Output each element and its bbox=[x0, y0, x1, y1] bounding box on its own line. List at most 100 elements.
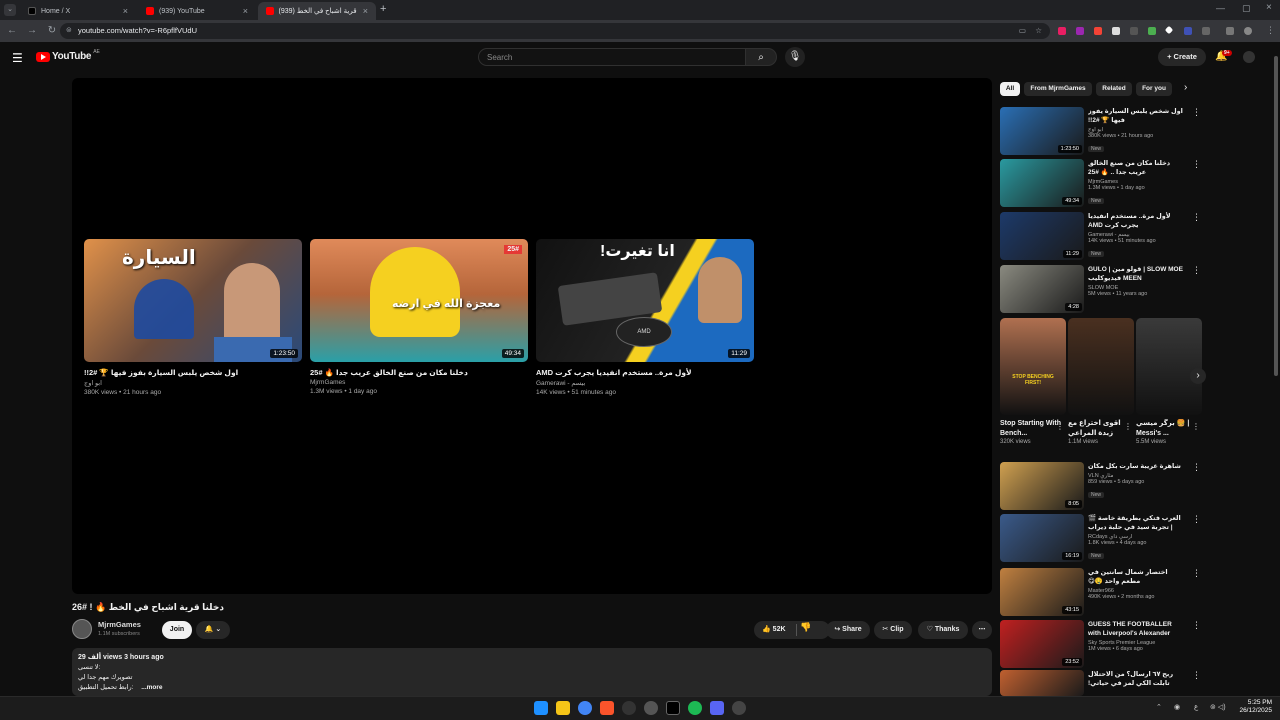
extension-icon[interactable] bbox=[1058, 27, 1066, 35]
youtube-logo[interactable]: YouTube AE bbox=[36, 49, 100, 62]
back-icon[interactable]: ← bbox=[4, 23, 20, 39]
notification-subscribe-button[interactable]: 🔔 ⌄ bbox=[196, 621, 230, 639]
related-video-item[interactable]: 11:29 لأول مرة.. مستخدم انفيديا يجرب كرت … bbox=[1000, 212, 1201, 260]
channel-avatar[interactable] bbox=[72, 619, 92, 639]
extension-icon[interactable] bbox=[1094, 27, 1102, 35]
close-tab-icon[interactable]: × bbox=[363, 6, 368, 16]
more-options-icon[interactable]: ⋮ bbox=[1192, 514, 1201, 525]
extensions-puzzle-icon[interactable] bbox=[1202, 27, 1210, 35]
new-tab-button[interactable]: + bbox=[380, 3, 386, 15]
terminal-taskbar-icon[interactable] bbox=[666, 701, 680, 715]
spotify-taskbar-icon[interactable] bbox=[688, 701, 702, 715]
chevron-right-icon[interactable]: › bbox=[1184, 82, 1187, 93]
more-options-icon[interactable]: ⋮ bbox=[1192, 265, 1201, 276]
account-avatar[interactable] bbox=[1243, 51, 1255, 63]
search-button[interactable]: ⌕ bbox=[745, 48, 777, 66]
more-options-icon[interactable]: ⋮ bbox=[1192, 212, 1201, 223]
close-window-icon[interactable]: × bbox=[1266, 2, 1272, 13]
more-options-icon[interactable]: ⋮ bbox=[1192, 462, 1201, 473]
forward-icon[interactable]: → bbox=[24, 23, 40, 39]
reload-icon[interactable]: ↻ bbox=[44, 23, 60, 39]
site-info-icon[interactable]: ⊜ bbox=[66, 23, 72, 39]
start-button-icon[interactable] bbox=[534, 701, 548, 715]
short-item[interactable]: اقوى اختراع مع زبدة المراعي 1.1M views ⋮ bbox=[1068, 318, 1134, 445]
menu-hamburger-icon[interactable]: ☰ bbox=[12, 51, 23, 65]
more-options-icon[interactable]: ⋮ bbox=[1192, 568, 1201, 579]
more-options-icon[interactable]: ⋮ bbox=[1192, 670, 1201, 681]
related-video-item[interactable]: 4:28 SLOW MOE | قولو مين | GULO MEEN فيدي… bbox=[1000, 265, 1201, 313]
related-video-item[interactable]: ربح ٦٧ ارسال؟ من الاحتلال تابلت الكي لمز… bbox=[1000, 670, 1201, 696]
related-video-item[interactable]: 16:19 العرب فتكي بطريقة خاصة 🎬 | تجربة سي… bbox=[1000, 514, 1201, 562]
app-taskbar-icon[interactable] bbox=[644, 701, 658, 715]
endscreen-video-card[interactable]: السيارة 1:23:50 اول شخص يلبس السيارة بفو… bbox=[84, 239, 302, 396]
browser-menu-icon[interactable]: ⋮ bbox=[1266, 25, 1275, 36]
tab-youtube[interactable]: (939) YouTube × bbox=[138, 2, 256, 20]
join-button[interactable]: Join bbox=[162, 621, 192, 639]
video-info: العرب فتكي بطريقة خاصة 🎬 | تجربة سيد في … bbox=[1088, 514, 1184, 560]
related-video-item[interactable]: 8:05 شاهرة غريبة سارت بكل مكان VLN مثاري 85… bbox=[1000, 462, 1201, 510]
share-button[interactable]: ↪ Share bbox=[826, 621, 870, 639]
tab-home-x[interactable]: Home / X × bbox=[20, 2, 136, 20]
bookmark-star-icon[interactable]: ☆ bbox=[1035, 23, 1042, 39]
like-button[interactable]: 👍 52K bbox=[754, 621, 830, 639]
tray-chevron-icon[interactable]: ⌃ bbox=[1156, 703, 1162, 711]
chip-related[interactable]: Related bbox=[1096, 82, 1132, 96]
page-scrollbar[interactable] bbox=[1274, 56, 1278, 376]
description-box[interactable]: 29 ألف views 3 hours ago لا تنسى: تصويرك… bbox=[72, 648, 992, 696]
github-taskbar-icon[interactable] bbox=[622, 701, 636, 715]
chip-all[interactable]: All bbox=[1000, 82, 1020, 96]
dislike-button[interactable]: 👎 bbox=[800, 622, 811, 633]
minimize-icon[interactable]: — bbox=[1216, 3, 1225, 13]
close-tab-icon[interactable]: × bbox=[123, 6, 128, 16]
tab-search-icon[interactable]: ⌄ bbox=[4, 4, 16, 16]
related-video-item[interactable]: 49:34 دخلنا مكان من صنع الخالق عريب جدا .… bbox=[1000, 159, 1201, 207]
related-video-item[interactable]: 23:52 GUESS THE FOOTBALLER with Liverpool… bbox=[1000, 620, 1201, 668]
create-button[interactable]: + Create bbox=[1158, 48, 1206, 66]
endscreen-video-card[interactable]: انا تغيرت! AMD 11:29 لأول مرة.. مستخدم ا… bbox=[536, 239, 754, 396]
extension-icon[interactable] bbox=[1112, 27, 1120, 35]
related-video-item[interactable]: 1:23:50 اول شخص يلبس السيارة يفوز فيها 🏆 … bbox=[1000, 107, 1201, 155]
thanks-button[interactable]: ♡ Thanks bbox=[918, 621, 968, 639]
discord-taskbar-icon[interactable] bbox=[710, 701, 724, 715]
channel-name[interactable]: MjrmGames bbox=[98, 620, 141, 629]
tab-current-video[interactable]: (939) دخلنا قرية اشباح في الخط × bbox=[258, 2, 376, 20]
extension-icon[interactable] bbox=[1148, 27, 1156, 35]
show-more-link[interactable]: ...more bbox=[141, 684, 162, 691]
profile-avatar[interactable] bbox=[1244, 27, 1252, 35]
shorts-next-button[interactable]: › bbox=[1190, 368, 1206, 384]
system-clock[interactable]: 5:25 PM 26/12/2025 bbox=[1239, 699, 1272, 715]
more-options-icon[interactable]: ⋮ bbox=[1124, 422, 1132, 431]
extension-icon[interactable] bbox=[1076, 27, 1084, 35]
more-options-icon[interactable]: ⋮ bbox=[1192, 620, 1201, 631]
more-actions-button[interactable]: ⋯ bbox=[972, 621, 992, 639]
create-label: Create bbox=[1173, 52, 1197, 61]
short-item[interactable]: STOP BENCHING FIRST! Stop Starting With B… bbox=[1000, 318, 1066, 445]
cast-icon[interactable]: ▭ bbox=[1019, 23, 1026, 39]
chip-from-channel[interactable]: From MjrmGames bbox=[1024, 82, 1092, 96]
sidebar-icon[interactable] bbox=[1226, 27, 1234, 35]
clip-button[interactable]: ✂ Clip bbox=[874, 621, 912, 639]
maximize-icon[interactable]: ▢ bbox=[1242, 3, 1251, 14]
clock-time: 5:25 PM bbox=[1247, 699, 1272, 706]
endscreen-video-card[interactable]: معجزة الله في ارضه 25# 49:34 دخلنا مكان … bbox=[310, 239, 528, 395]
more-options-icon[interactable]: ⋮ bbox=[1192, 159, 1201, 170]
search-input[interactable]: Search bbox=[478, 48, 746, 66]
tray-app-icon[interactable]: ◉ bbox=[1174, 703, 1180, 711]
more-options-icon[interactable]: ⋮ bbox=[1056, 422, 1064, 431]
close-tab-icon[interactable]: × bbox=[243, 6, 248, 16]
wifi-volume-icon[interactable]: ⊚ ◁) bbox=[1210, 703, 1226, 711]
extension-icon[interactable] bbox=[1184, 27, 1192, 35]
address-bar[interactable]: ⊜ youtube.com/watch?v=-R6pflfVUdU ▭ ☆ bbox=[60, 23, 1050, 39]
chip-for-you[interactable]: For you bbox=[1136, 82, 1172, 96]
voice-search-button[interactable]: 🎙 bbox=[785, 47, 805, 67]
extension-icon[interactable] bbox=[1130, 27, 1138, 35]
brave-taskbar-icon[interactable] bbox=[600, 701, 614, 715]
app-taskbar-icon[interactable] bbox=[732, 701, 746, 715]
file-explorer-icon[interactable] bbox=[556, 701, 570, 715]
more-options-icon[interactable]: ⋮ bbox=[1192, 107, 1201, 118]
video-meta: 490K views • 2 months ago bbox=[1088, 594, 1155, 600]
input-language-indicator[interactable]: ع bbox=[1194, 703, 1198, 711]
chrome-taskbar-icon[interactable] bbox=[578, 701, 592, 715]
more-options-icon[interactable]: ⋮ bbox=[1192, 422, 1200, 431]
related-video-item[interactable]: 43:15 اختصار شمال سانتين في مطعم واحد 🤤😋 M… bbox=[1000, 568, 1201, 616]
